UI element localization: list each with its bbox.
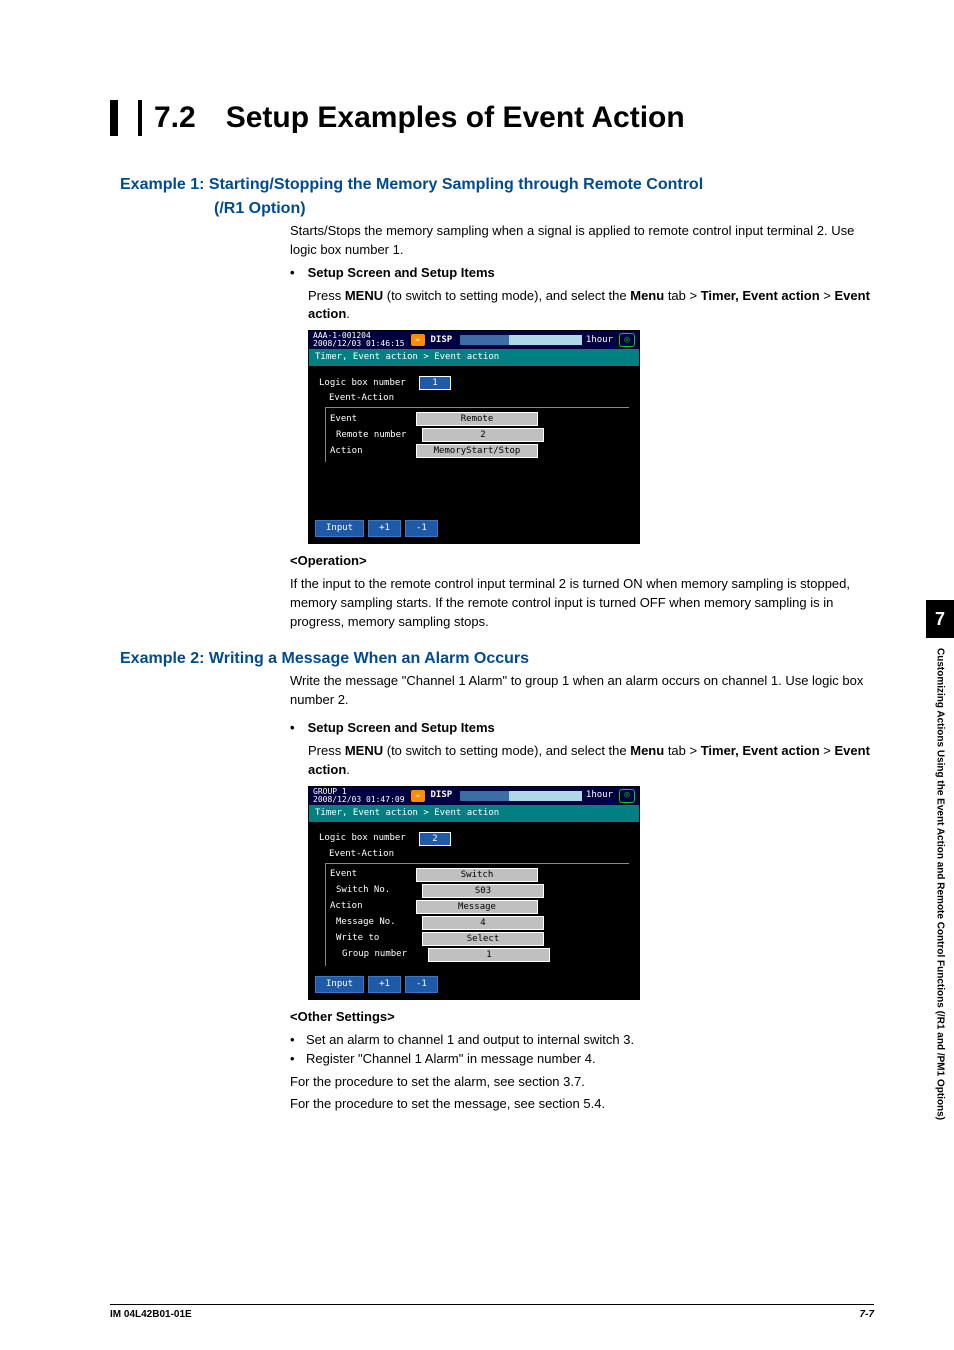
ss2-disp: DISP — [431, 789, 453, 802]
ss2-id-line2: 2008/12/03 01:47:09 — [313, 796, 405, 804]
chapter-number: 7 — [926, 600, 954, 638]
ss1-hour: 1hour — [586, 334, 613, 347]
other-settings-title: <Other Settings> — [290, 1008, 874, 1027]
ss2-event-val[interactable]: Switch — [416, 868, 538, 882]
ss2-breadcrumb: Timer, Event action > Event action — [309, 805, 639, 822]
bullet-dot: • — [290, 264, 304, 283]
ss1-action-val[interactable]: MemoryStart/Stop — [416, 444, 538, 458]
operation-title: <Operation> — [290, 552, 874, 571]
ss2-logic-val[interactable]: 2 — [419, 832, 451, 846]
ss1-input-btn[interactable]: Input — [315, 520, 364, 537]
ss1-disp: DISP — [431, 334, 453, 347]
section-number: 7.2 — [154, 101, 196, 135]
example1-heading-line2: (/R1 Option) — [214, 200, 874, 218]
ss1-top-bar: AAA-1-001204 2008/12/03 01:46:15 ≈ DISP … — [309, 331, 639, 349]
ss1-minus-btn[interactable]: -1 — [405, 520, 438, 537]
ss2-switch-label: Switch No. — [330, 884, 422, 897]
ss2-write-val[interactable]: Select — [422, 932, 544, 946]
alarm-icon: ≈ — [411, 790, 425, 802]
ss2-groupnum-label: Group number — [330, 948, 428, 961]
example2-heading: Example 2: Writing a Message When an Ala… — [120, 650, 874, 668]
other-line-3: For the procedure to set the alarm, see … — [290, 1073, 874, 1092]
ss2-hour: 1hour — [586, 789, 613, 802]
section-title: Setup Examples of Event Action — [226, 101, 685, 135]
footer-right: 7-7 — [860, 1309, 874, 1320]
example2-intro: Write the message "Channel 1 Alarm" to g… — [290, 672, 874, 710]
screenshot-2: GROUP 1 2008/12/03 01:47:09 ≈ DISP 1hour… — [308, 786, 640, 1000]
ss2-logic-label: Logic box number — [319, 832, 419, 845]
ss2-minus-btn[interactable]: -1 — [405, 976, 438, 993]
ss1-action-label: Action — [330, 445, 416, 458]
example1-setup-title: Setup Screen and Setup Items — [308, 265, 495, 280]
camera-icon: ◎ — [619, 789, 635, 803]
section-header: 7.2 Setup Examples of Event Action — [110, 100, 874, 136]
ss1-id-line2: 2008/12/03 01:46:15 — [313, 340, 405, 348]
ss2-groupnum-val[interactable]: 1 — [428, 948, 550, 962]
footer-left: IM 04L42B01-01E — [110, 1309, 192, 1320]
chapter-title: Customizing Actions Using the Event Acti… — [934, 648, 947, 1120]
alarm-icon: ≈ — [411, 334, 425, 346]
camera-icon: ◎ — [619, 333, 635, 347]
ss2-write-label: Write to — [330, 932, 422, 945]
ss2-input-btn[interactable]: Input — [315, 976, 364, 993]
example2-setup-title: Setup Screen and Setup Items — [308, 720, 495, 735]
ss2-progress-bar — [460, 791, 582, 801]
ss1-plus-btn[interactable]: +1 — [368, 520, 401, 537]
ss2-action-label: Action — [330, 900, 416, 913]
example1-heading-line1: Example 1: Starting/Stopping the Memory … — [120, 176, 703, 193]
ss1-group-label: Event-Action — [329, 392, 629, 405]
example1-intro: Starts/Stops the memory sampling when a … — [290, 222, 874, 260]
bullet-dot: • — [290, 719, 304, 738]
ss2-event-label: Event — [330, 868, 416, 881]
other-line-4: For the procedure to set the message, se… — [290, 1095, 874, 1114]
ss1-remote-val[interactable]: 2 — [422, 428, 544, 442]
ss1-remote-label: Remote number — [330, 429, 422, 442]
other-bullet-2: Register "Channel 1 Alarm" in message nu… — [290, 1050, 874, 1069]
screenshot-1: AAA-1-001204 2008/12/03 01:46:15 ≈ DISP … — [308, 330, 640, 544]
ss1-breadcrumb: Timer, Event action > Event action — [309, 349, 639, 366]
section-marker — [110, 100, 142, 136]
ss2-plus-btn[interactable]: +1 — [368, 976, 401, 993]
other-bullet-1: Set an alarm to channel 1 and output to … — [290, 1031, 874, 1050]
ss2-group-label: Event-Action — [329, 848, 629, 861]
ss2-switch-val[interactable]: S03 — [422, 884, 544, 898]
ss1-progress-bar — [460, 335, 582, 345]
ss2-action-val[interactable]: Message — [416, 900, 538, 914]
ss1-logic-label: Logic box number — [319, 377, 419, 390]
example1-setup-text: Press MENU (to switch to setting mode), … — [308, 287, 874, 325]
operation-text: If the input to the remote control input… — [290, 575, 874, 632]
ss2-top-bar: GROUP 1 2008/12/03 01:47:09 ≈ DISP 1hour… — [309, 787, 639, 805]
side-tab: 7 Customizing Actions Using the Event Ac… — [926, 600, 954, 1220]
page-footer: IM 04L42B01-01E 7-7 — [110, 1304, 874, 1320]
ss2-msg-val[interactable]: 4 — [422, 916, 544, 930]
ss1-event-label: Event — [330, 413, 416, 426]
ss2-msg-label: Message No. — [330, 916, 422, 929]
ss1-logic-val[interactable]: 1 — [419, 376, 451, 390]
example1-heading: Example 1: Starting/Stopping the Memory … — [120, 176, 874, 218]
ss1-event-val[interactable]: Remote — [416, 412, 538, 426]
example2-setup-text: Press MENU (to switch to setting mode), … — [308, 742, 874, 780]
